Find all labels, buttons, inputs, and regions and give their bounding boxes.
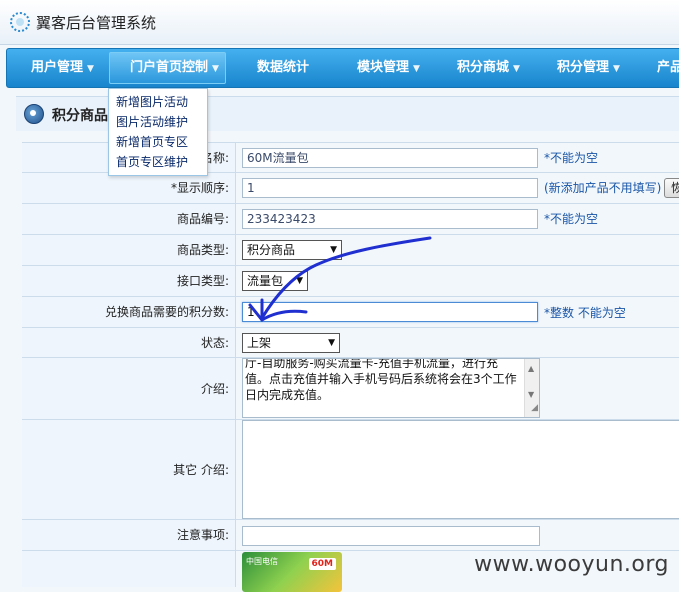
chevron-down-icon: ▼ [513, 64, 520, 74]
form-row-order: *显示顺序: 1 (新添加产品不用填写) 恢 [22, 173, 679, 204]
nav-item-products[interactable]: 产品 [657, 49, 679, 87]
dropdown-arrow-icon: ▼ [296, 276, 303, 286]
form-row-notice: 注意事项: [22, 520, 679, 551]
nav-item-portal-homepage[interactable]: 门户首页控制 ▼ [109, 52, 226, 84]
portal-homepage-dropdown: 新增图片活动 图片活动维护 新增首页专区 首页专区维护 [108, 88, 208, 176]
code-label: 商品编号: [22, 204, 236, 234]
interface-field-cell: 流量包 ▼ [238, 266, 679, 296]
intro-label: 介绍: [22, 358, 236, 419]
form-row-other: 其它 介绍: [22, 420, 679, 520]
chevron-down-icon: ▼ [413, 64, 420, 74]
code-input[interactable]: 233423423 [242, 209, 538, 229]
chevron-down-icon: ▼ [212, 64, 219, 74]
status-value: 上架 [247, 336, 272, 350]
points-hint: *整数 不能为空 [544, 306, 626, 320]
nav-item-points-management[interactable]: 积分管理 ▼ [557, 49, 620, 87]
section-title: 积分商品 [52, 108, 108, 124]
dropdown-arrow-icon: ▼ [328, 338, 335, 348]
product-type-select[interactable]: 积分商品 ▼ [242, 240, 342, 260]
notice-field-cell [238, 520, 679, 550]
resize-grip-icon[interactable]: ◢ [531, 400, 538, 416]
chevron-down-icon: ▼ [87, 64, 94, 74]
thumbnail-badge: 60M [308, 558, 336, 570]
status-select[interactable]: 上架 ▼ [242, 333, 340, 353]
code-field-cell: 233423423 *不能为空 [238, 204, 679, 234]
form-row-status: 状态: 上架 ▼ [22, 328, 679, 358]
title-bar: 翼客后台管理系统 [0, 0, 679, 45]
nav-label: 数据统计 [257, 60, 310, 75]
intro-textarea[interactable]: 厅-自助服务-购买流量卡-充值手机流量，进行充值。点击充值并输入手机号码后系统将… [242, 358, 540, 418]
code-hint: *不能为空 [544, 212, 599, 226]
nav-label: 积分管理 [557, 60, 610, 75]
points-input[interactable]: 1 [242, 302, 538, 322]
nav-item-user-management[interactable]: 用户管理 ▼ [31, 49, 94, 87]
notice-label: 注意事项: [22, 520, 236, 550]
nav-label: 模块管理 [357, 60, 410, 75]
nav-item-data-statistics[interactable]: 数据统计 [257, 49, 309, 87]
image-label [22, 551, 236, 587]
order-label: *显示顺序: [22, 173, 236, 203]
name-input[interactable]: 60M流量包 [242, 148, 538, 168]
watermark: www.wooyun.org [474, 552, 669, 577]
section-icon [24, 104, 44, 124]
app-title: 翼客后台管理系统 [36, 14, 157, 32]
form-row-type: 商品类型: 积分商品 ▼ [22, 235, 679, 266]
name-field-cell: 60M流量包 *不能为空 [238, 143, 679, 172]
intro-field-cell: 厅-自助服务-购买流量卡-充值手机流量，进行充值。点击充值并输入手机号码后系统将… [238, 358, 679, 419]
status-field-cell: 上架 ▼ [238, 328, 679, 357]
order-input[interactable]: 1 [242, 178, 538, 198]
interface-label: 接口类型: [22, 266, 236, 296]
nav-item-module-management[interactable]: 模块管理 ▼ [357, 49, 420, 87]
intro-text: 厅-自助服务-购买流量卡-充值手机流量，进行充值。点击充值并输入手机号码后系统将… [245, 358, 517, 402]
nav-item-points-mall[interactable]: 积分商城 ▼ [457, 49, 520, 87]
other-textarea[interactable] [242, 420, 679, 519]
dropdown-item-new-homepage-zone[interactable]: 新增首页专区 [109, 132, 207, 152]
product-type-value: 积分商品 [247, 243, 296, 257]
type-label: 商品类型: [22, 235, 236, 265]
dropdown-item-image-activity-maintenance[interactable]: 图片活动维护 [109, 112, 207, 132]
status-label: 状态: [22, 328, 236, 357]
type-field-cell: 积分商品 ▼ [238, 235, 679, 265]
nav-label: 产品 [657, 60, 679, 75]
notice-input[interactable] [242, 526, 540, 546]
points-field-cell: 1 *整数 不能为空 [238, 297, 679, 327]
thumbnail-brand: 中国电信 [246, 557, 278, 566]
form-row-points: 兑换商品需要的积分数: 1 *整数 不能为空 [22, 297, 679, 328]
scroll-up-icon[interactable]: ▲ [528, 361, 534, 377]
form-row-interface: 接口类型: 流量包 ▼ [22, 266, 679, 297]
dropdown-arrow-icon: ▼ [330, 245, 337, 255]
interface-type-select[interactable]: 流量包 ▼ [242, 271, 308, 291]
points-label: 兑换商品需要的积分数: [22, 297, 236, 327]
main-nav: 用户管理 ▼ 门户首页控制 ▼ 数据统计 模块管理 ▼ 积分商城 ▼ 积分管理 ▼ 产品 [6, 48, 679, 88]
chevron-down-icon: ▼ [613, 64, 620, 74]
interface-type-value: 流量包 [247, 274, 284, 288]
other-field-cell [238, 420, 679, 519]
name-hint: *不能为空 [544, 151, 599, 165]
form-row-intro: 介绍: 厅-自助服务-购买流量卡-充值手机流量，进行充值。点击充值并输入手机号码… [22, 358, 679, 420]
nav-label: 用户管理 [31, 60, 84, 75]
nav-label: 门户首页控制 [130, 60, 209, 75]
order-field-cell: 1 (新添加产品不用填写) 恢 [238, 173, 679, 203]
dropdown-item-homepage-zone-maintenance[interactable]: 首页专区维护 [109, 152, 207, 172]
form-row-code: 商品编号: 233423423 *不能为空 [22, 204, 679, 235]
other-label: 其它 介绍: [22, 420, 236, 519]
app-logo-icon [10, 12, 30, 32]
dropdown-item-new-image-activity[interactable]: 新增图片活动 [109, 92, 207, 112]
order-hint: (新添加产品不用填写) [544, 181, 662, 195]
product-thumbnail[interactable]: 中国电信 60M [242, 552, 342, 592]
restore-button[interactable]: 恢 [664, 178, 679, 198]
nav-label: 积分商城 [457, 60, 510, 75]
